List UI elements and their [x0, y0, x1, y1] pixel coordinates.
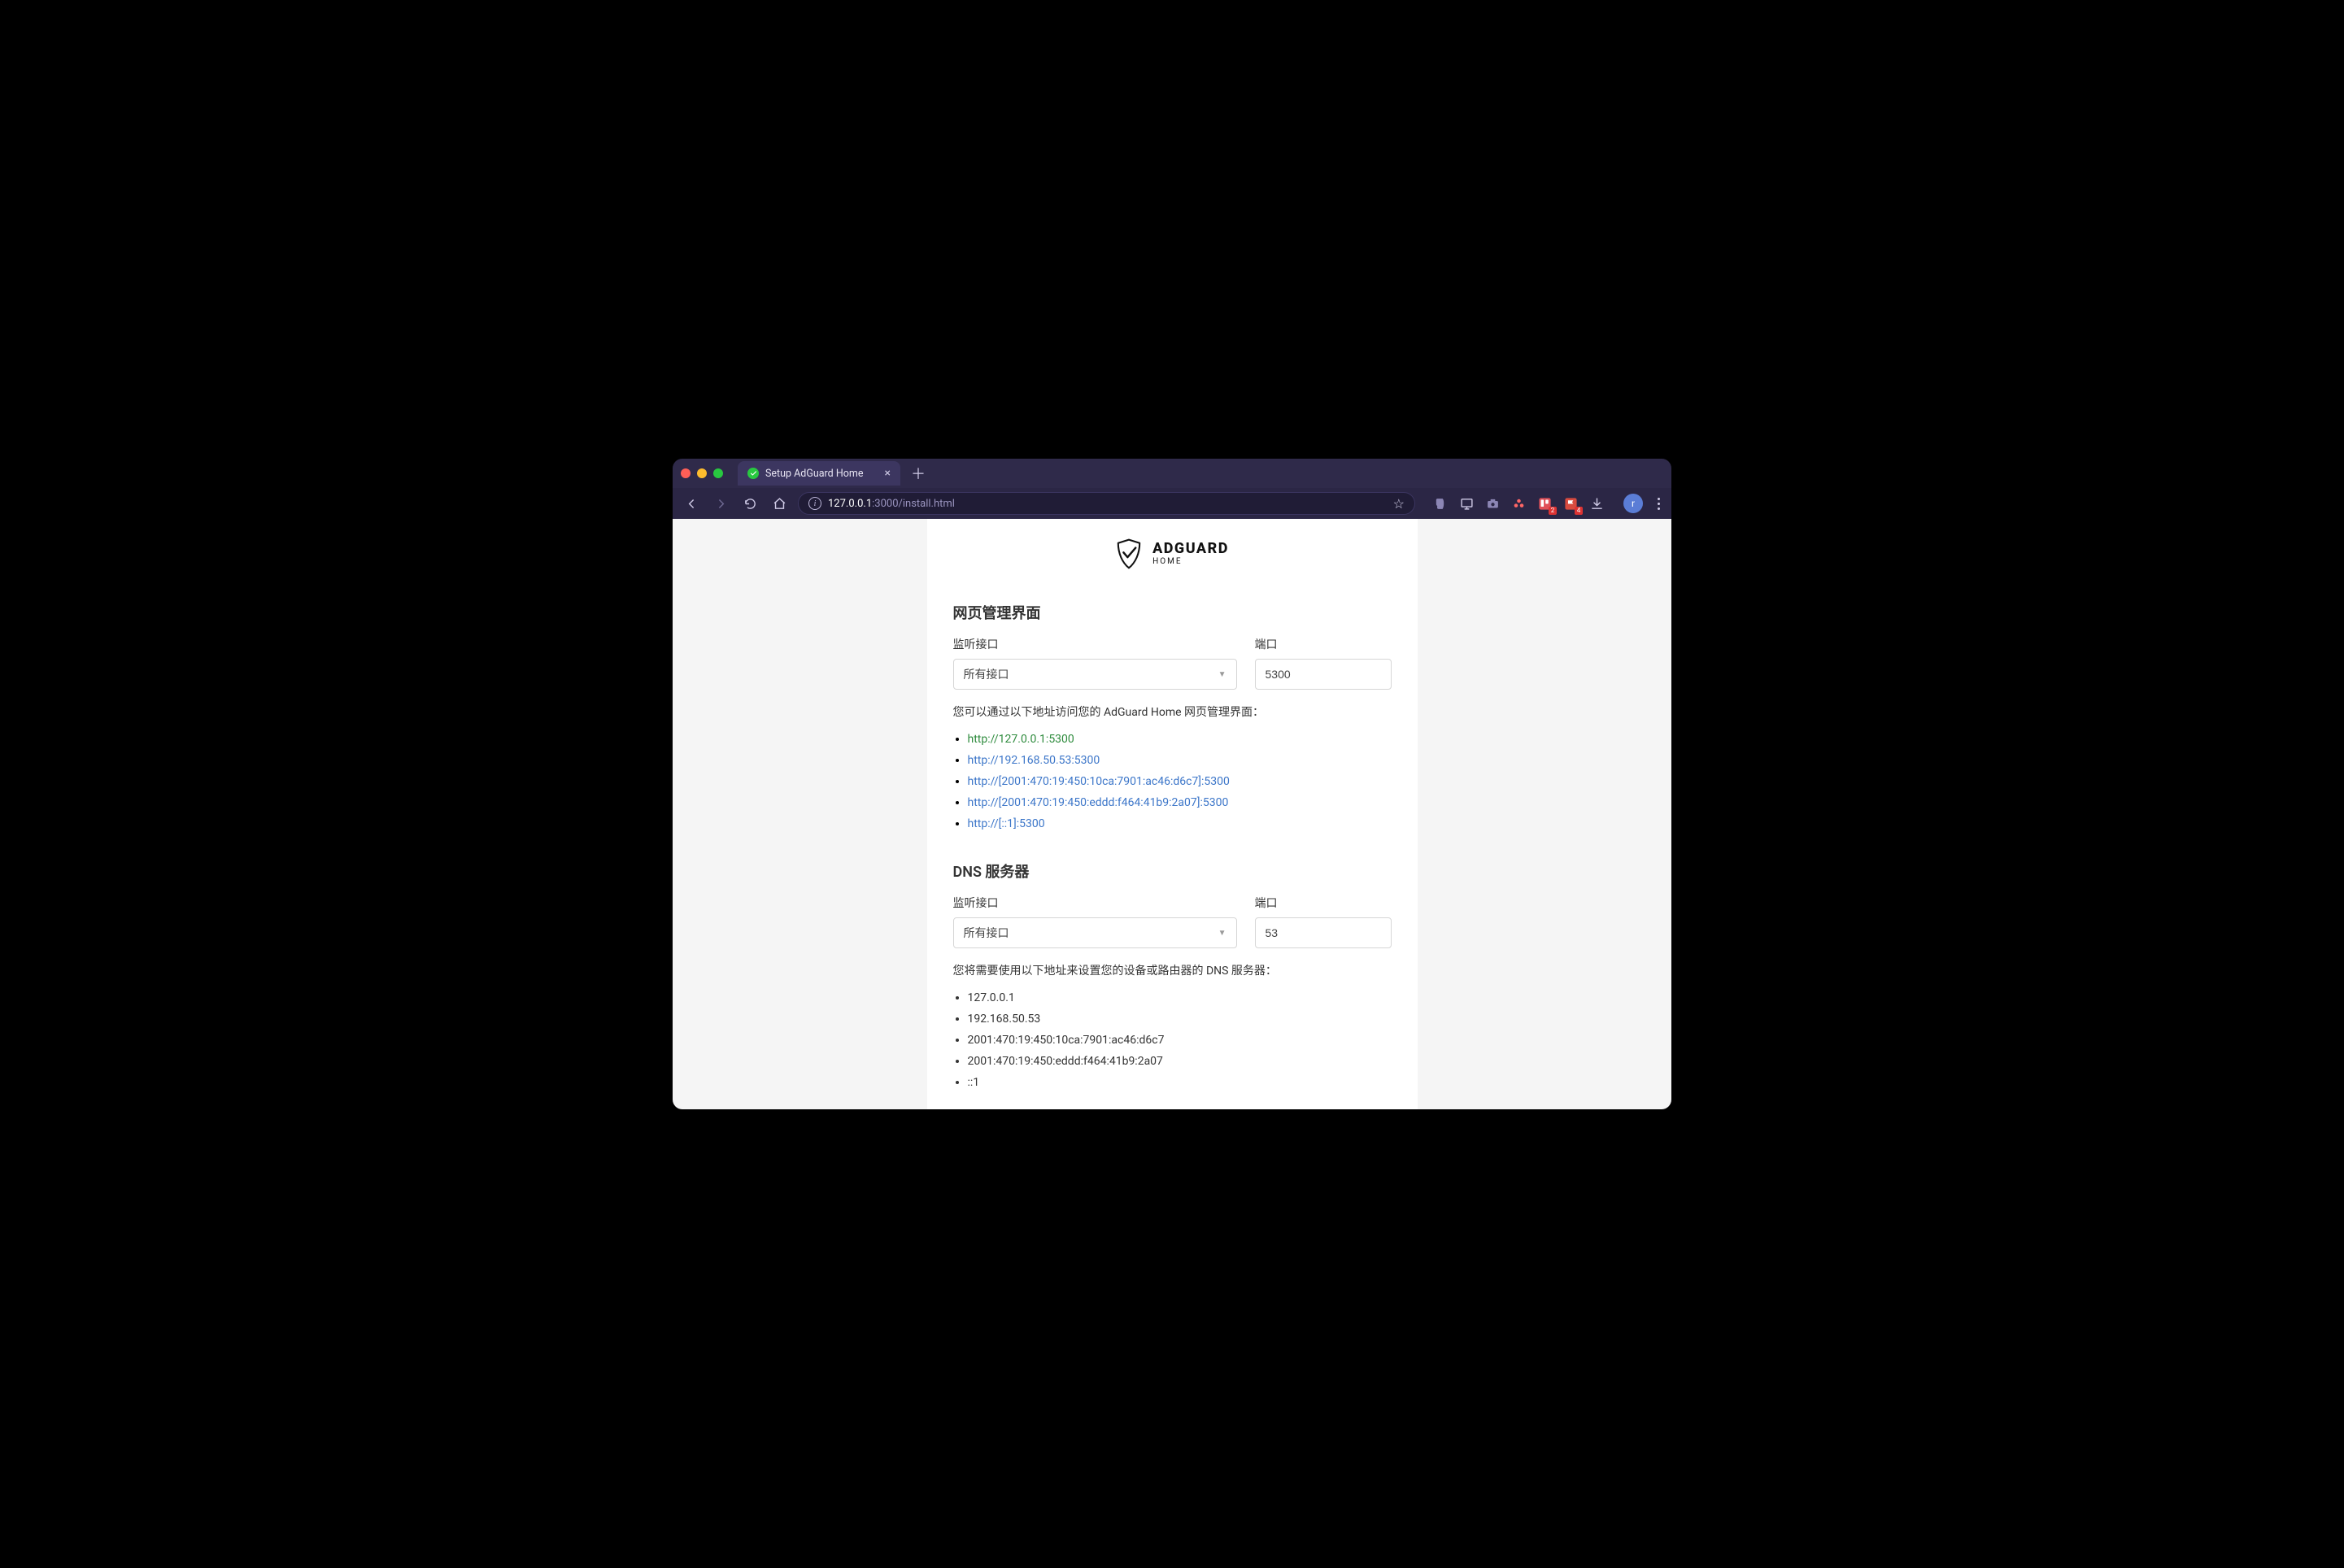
nav-buttons: [681, 493, 790, 514]
bookmark-star-icon[interactable]: ☆: [1393, 496, 1405, 512]
list-item: http://127.0.0.1:5300: [968, 730, 1392, 751]
list-item: http://[2001:470:19:450:eddd:f464:41b9:2…: [968, 793, 1392, 814]
extension-icons: 2 4: [1431, 494, 1606, 512]
extension-monitor-icon[interactable]: [1457, 494, 1475, 512]
web-interface-value: 所有接口: [964, 666, 1009, 682]
adguard-logo: ADGUARD HOME: [953, 538, 1392, 569]
profile-avatar[interactable]: r: [1623, 494, 1643, 513]
dns-port-field: 端口: [1255, 895, 1392, 948]
web-link[interactable]: http://127.0.0.1:5300: [968, 733, 1074, 746]
back-button[interactable]: [681, 493, 702, 514]
url-text: 127.0.0.1:3000/install.html: [828, 498, 955, 510]
favicon-shield-icon: [747, 468, 759, 479]
reload-button[interactable]: [739, 493, 760, 514]
web-port-input[interactable]: [1255, 659, 1392, 690]
page-viewport[interactable]: ADGUARD HOME 网页管理界面 监听接口 所有接口 ▼ 端口: [673, 519, 1671, 1109]
web-link[interactable]: http://192.168.50.53:5300: [968, 754, 1100, 767]
traffic-lights: [681, 468, 723, 478]
browser-tab[interactable]: Setup AdGuard Home ×: [738, 461, 900, 486]
window-maximize[interactable]: [713, 468, 723, 478]
dns-port-label: 端口: [1255, 895, 1392, 911]
forward-button[interactable]: [710, 493, 731, 514]
dns-port-input[interactable]: [1255, 917, 1392, 948]
web-port-field: 端口: [1255, 636, 1392, 690]
url-host: 127.0.0.1: [828, 498, 872, 510]
extension-flag-icon[interactable]: 4: [1562, 494, 1579, 512]
address-bar[interactable]: i 127.0.0.1:3000/install.html ☆: [798, 492, 1415, 515]
list-item: 127.0.0.1: [968, 988, 1392, 1009]
shield-icon: [1115, 538, 1143, 569]
web-link[interactable]: http://[::1]:5300: [968, 817, 1045, 830]
dns-section-title: DNS 服务器: [953, 860, 1392, 882]
web-link[interactable]: http://[2001:470:19:450:10ca:7901:ac46:d…: [968, 775, 1230, 788]
setup-card: ADGUARD HOME 网页管理界面 监听接口 所有接口 ▼ 端口: [927, 519, 1418, 1109]
list-item: 192.168.50.53: [968, 1009, 1392, 1030]
dns-interface-value: 所有接口: [964, 925, 1009, 941]
chevron-down-icon: ▼: [1218, 929, 1226, 938]
tab-bar: Setup AdGuard Home × ＋: [673, 459, 1671, 488]
browser-window: Setup AdGuard Home × ＋ i 127.0.0.1:3000/…: [673, 459, 1671, 1109]
chevron-down-icon: ▼: [1218, 670, 1226, 679]
list-item: http://[::1]:5300: [968, 814, 1392, 835]
web-interface-label: 监听接口: [953, 636, 1237, 652]
close-tab-icon[interactable]: ×: [885, 468, 891, 479]
web-port-label: 端口: [1255, 636, 1392, 652]
downloads-icon[interactable]: [1588, 494, 1606, 512]
logo-text: ADGUARD HOME: [1152, 542, 1229, 566]
new-tab-button[interactable]: ＋: [907, 462, 930, 485]
logo-sub: HOME: [1152, 558, 1229, 566]
web-interface-field: 监听接口 所有接口 ▼: [953, 636, 1237, 690]
site-info-icon[interactable]: i: [808, 497, 821, 510]
extension-evernote-icon[interactable]: [1431, 494, 1449, 512]
dns-desc: 您将需要使用以下地址来设置您的设备或路由器的 DNS 服务器：: [953, 963, 1392, 980]
list-item: http://192.168.50.53:5300: [968, 751, 1392, 772]
extension-asana-icon[interactable]: [1510, 494, 1527, 512]
home-button[interactable]: [769, 493, 790, 514]
extension-badge: 2: [1549, 507, 1557, 515]
web-desc: 您可以通过以下地址访问您的 AdGuard Home 网页管理界面：: [953, 704, 1392, 721]
tab-title: Setup AdGuard Home: [765, 468, 863, 480]
web-config-row: 监听接口 所有接口 ▼ 端口: [953, 636, 1392, 690]
extension-camera-icon[interactable]: [1484, 494, 1501, 512]
list-item: http://[2001:470:19:450:10ca:7901:ac46:d…: [968, 772, 1392, 793]
web-section-title: 网页管理界面: [953, 602, 1392, 623]
web-links-list: http://127.0.0.1:5300 http://192.168.50.…: [953, 730, 1392, 834]
browser-toolbar: i 127.0.0.1:3000/install.html ☆ 2 4 r: [673, 488, 1671, 519]
logo-brand: ADGUARD: [1152, 542, 1229, 556]
dns-interface-label: 监听接口: [953, 895, 1237, 911]
web-link[interactable]: http://[2001:470:19:450:eddd:f464:41b9:2…: [968, 796, 1229, 809]
web-interface-select[interactable]: 所有接口 ▼: [953, 659, 1237, 690]
list-item: 2001:470:19:450:10ca:7901:ac46:d6c7: [968, 1030, 1392, 1052]
extension-trello-icon[interactable]: 2: [1536, 494, 1553, 512]
url-path: :3000/install.html: [872, 498, 955, 510]
window-close[interactable]: [681, 468, 691, 478]
dns-interface-select[interactable]: 所有接口 ▼: [953, 917, 1237, 948]
list-item: 2001:470:19:450:eddd:f464:41b9:2a07: [968, 1052, 1392, 1073]
dns-address-list: 127.0.0.1 192.168.50.53 2001:470:19:450:…: [953, 988, 1392, 1093]
dns-interface-field: 监听接口 所有接口 ▼: [953, 895, 1237, 948]
extension-badge: 4: [1575, 507, 1583, 515]
browser-menu-icon[interactable]: [1658, 498, 1660, 510]
dns-config-row: 监听接口 所有接口 ▼ 端口: [953, 895, 1392, 948]
window-minimize[interactable]: [697, 468, 707, 478]
list-item: ::1: [968, 1073, 1392, 1094]
